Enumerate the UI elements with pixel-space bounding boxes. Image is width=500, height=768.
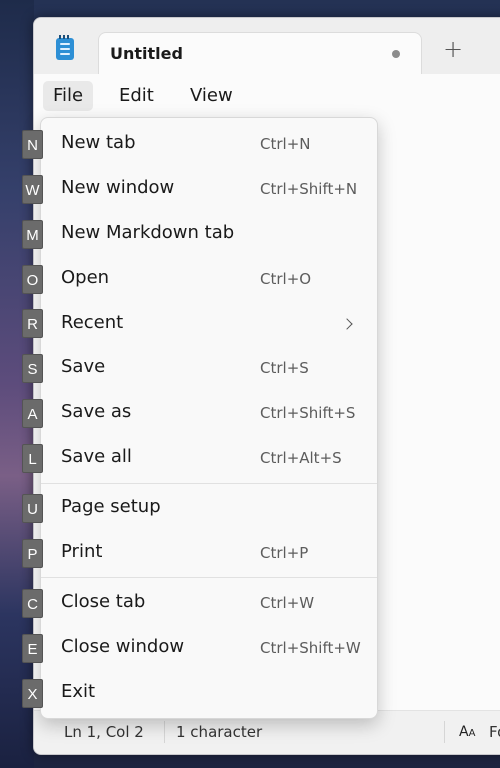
unsaved-dot-icon[interactable] [392, 50, 400, 58]
menu-edit[interactable]: Edit [109, 81, 164, 111]
menu-item-shortcut: Ctrl+P [260, 544, 309, 562]
status-divider [444, 721, 445, 743]
menu-item-label: Close tab [61, 591, 146, 612]
menu-item-exit[interactable]: Exit [45, 673, 373, 713]
key-tip-badge: P [22, 539, 43, 568]
key-tip-badge: R [22, 309, 43, 338]
menu-item-shortcut: Ctrl+Shift+N [260, 180, 358, 198]
menu-item-shortcut: Ctrl+N [260, 135, 311, 153]
menu-item-shortcut: Ctrl+Alt+S [260, 449, 342, 467]
key-tip-badge: E [22, 634, 43, 663]
chevron-right-icon [341, 318, 353, 330]
key-tip-badge: A [22, 399, 43, 428]
menu-item-open[interactable]: Open Ctrl+O [45, 259, 373, 299]
menu-item-label: New window [61, 177, 175, 198]
menu-item-new-tab[interactable]: New tab Ctrl+N [45, 124, 373, 164]
key-tip-badge: C [22, 589, 43, 618]
tab-untitled[interactable]: Untitled [98, 32, 422, 74]
key-tip-badge: W [22, 175, 43, 204]
menu-view[interactable]: View [180, 81, 243, 111]
menu-item-close-window[interactable]: Close window Ctrl+Shift+W [45, 628, 373, 668]
menu-item-label: New Markdown tab [61, 222, 235, 243]
new-tab-button[interactable]: + [439, 37, 467, 66]
title-bar: Untitled + [34, 18, 500, 74]
key-tip-badge: N [22, 130, 43, 159]
menu-item-shortcut: Ctrl+W [260, 594, 315, 612]
menu-item-label: Page setup [61, 496, 161, 517]
key-tip-badge: S [22, 354, 43, 383]
text-size-icon[interactable]: AA [459, 724, 475, 740]
menu-item-label: Exit [61, 681, 96, 702]
menu-item-print[interactable]: Print Ctrl+P [45, 533, 373, 573]
key-tip-badge: M [22, 220, 43, 249]
menu-item-shortcut: Ctrl+Shift+W [260, 639, 361, 657]
tab-title: Untitled [110, 44, 183, 63]
menu-item-new-window[interactable]: New window Ctrl+Shift+N [45, 169, 373, 209]
key-tip-badge: O [22, 265, 43, 294]
menu-divider [41, 577, 377, 578]
menu-item-label: Recent [61, 312, 124, 333]
notepad-icon [56, 35, 74, 60]
menu-item-save-as[interactable]: Save as Ctrl+Shift+S [45, 393, 373, 433]
key-tip-badge: X [22, 679, 43, 708]
menu-file[interactable]: File [43, 81, 94, 111]
key-tip-badge: U [22, 494, 43, 523]
menu-item-label: New tab [61, 132, 136, 153]
menu-divider [41, 483, 377, 484]
menu-item-label: Save all [61, 446, 132, 467]
cursor-position: Ln 1, Col 2 [64, 723, 144, 741]
menu-item-save-all[interactable]: Save all Ctrl+Alt+S [45, 438, 373, 478]
menu-item-close-tab[interactable]: Close tab Ctrl+W [45, 583, 373, 623]
menu-item-shortcut: Ctrl+S [260, 359, 309, 377]
menu-item-shortcut: Ctrl+Shift+S [260, 404, 356, 422]
menu-item-label: Save [61, 356, 106, 377]
file-menu-dropdown: New tab Ctrl+N New window Ctrl+Shift+N N… [40, 117, 378, 719]
menu-item-recent[interactable]: Recent [45, 304, 373, 344]
menu-item-page-setup[interactable]: Page setup [45, 488, 373, 528]
menu-item-label: Open [61, 267, 110, 288]
character-count: 1 character [176, 723, 263, 741]
menu-item-label: Close window [61, 636, 185, 657]
key-tip-badge: L [22, 444, 43, 473]
menu-item-shortcut: Ctrl+O [260, 270, 312, 288]
menu-bar: File Edit View [34, 74, 500, 118]
menu-item-label: Print [61, 541, 103, 562]
status-divider [164, 721, 165, 743]
menu-item-new-markdown-tab[interactable]: New Markdown tab [45, 214, 373, 254]
font-settings-label[interactable]: Fo [489, 723, 500, 741]
menu-item-save[interactable]: Save Ctrl+S [45, 348, 373, 388]
menu-item-label: Save as [61, 401, 132, 422]
